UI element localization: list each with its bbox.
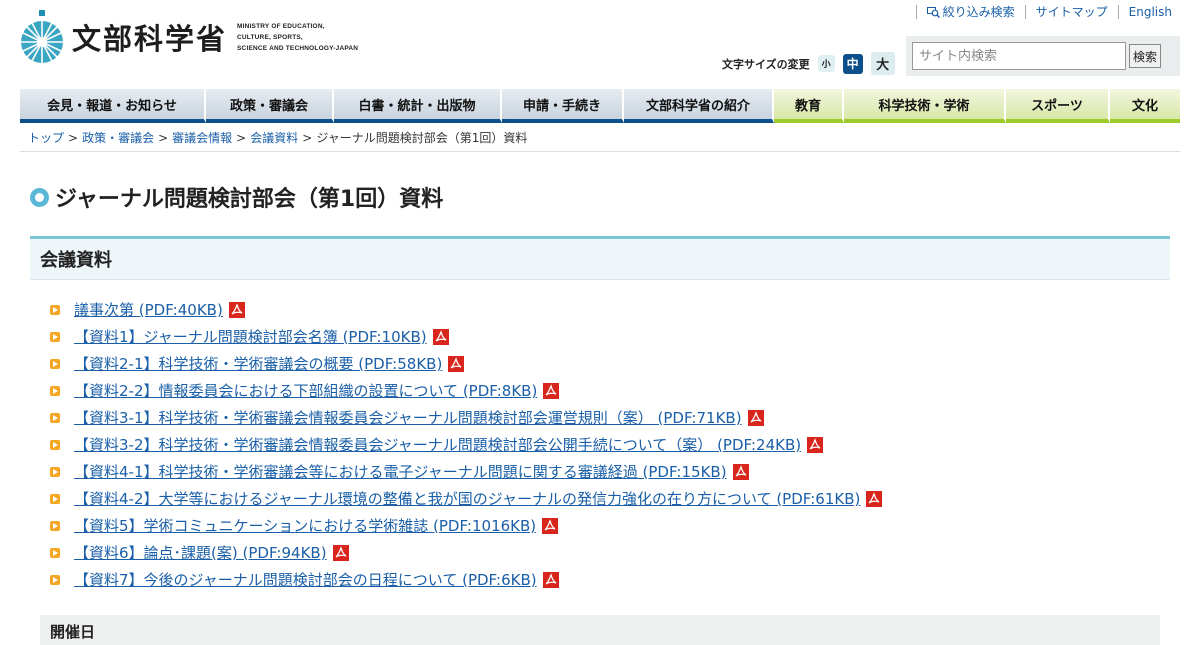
document-link[interactable]: 【資料2-2】情報委員会における下部組織の設置について (PDF:8KB) — [74, 380, 537, 401]
list-item: 【資料4-2】大学等におけるジャーナル環境の整備と我が国のジャーナルの発信力強化… — [50, 485, 883, 512]
narrow-search-link[interactable]: 絞り込み検索 — [915, 5, 1025, 19]
list-item: 【資料4-1】科学技術・学術審議会等における電子ジャーナル問題に関する審議経過 … — [50, 458, 882, 485]
document-link[interactable]: 【資料4-1】科学技術・学術審議会等における電子ジャーナル問題に関する審議経過 … — [74, 461, 727, 482]
list-item: 【資料2-1】科学技術・学術審議会の概要 (PDF:58KB) — [50, 350, 882, 377]
search-button[interactable]: 検索 — [1129, 44, 1161, 68]
list-item: 【資料5】学術コミュニケーションにおける学術雑誌 (PDF:1016KB) — [50, 512, 882, 539]
arrow-bullet-icon — [50, 520, 60, 531]
nav-item-publications[interactable]: 白書・統計・出版物 — [334, 89, 502, 123]
nav-item-education[interactable]: 教育 — [774, 89, 844, 123]
breadcrumb-link-policy[interactable]: 政策・審議会 — [82, 129, 154, 146]
page-title: ジャーナル問題検討部会（第1回）資料 — [30, 181, 443, 213]
nav-item-science[interactable]: 科学技術・学術 — [844, 89, 1006, 123]
font-size-large-button[interactable]: 大 — [870, 52, 895, 75]
breadcrumb: トップ > 政策・審議会 > 審議会情報 > 会議資料 > ジャーナル問題検討部会（第1… — [20, 124, 1180, 152]
nav-item-culture[interactable]: 文化 — [1110, 89, 1180, 123]
search-input[interactable] — [912, 42, 1126, 70]
sitemap-link[interactable]: サイトマップ — [1024, 5, 1118, 19]
nav-item-policy[interactable]: 政策・審議会 — [206, 89, 334, 123]
arrow-bullet-icon — [50, 412, 60, 423]
pdf-icon — [228, 301, 245, 318]
arrow-bullet-icon — [50, 574, 60, 585]
breadcrumb-link-top[interactable]: トップ — [28, 129, 64, 146]
document-link[interactable]: 【資料4-2】大学等におけるジャーナル環境の整備と我が国のジャーナルの発信力強化… — [74, 488, 860, 509]
list-item: 【資料7】今後のジャーナル問題検討部会の日程について (PDF:6KB) — [50, 566, 882, 593]
pdf-icon — [332, 544, 349, 561]
next-section-heading: 開催日 — [40, 615, 1160, 645]
document-list: 議事次第 (PDF:40KB) 【資料1】ジャーナル問題検討部会名簿 (PDF:1… — [50, 296, 883, 593]
nav-item-applications[interactable]: 申請・手続き — [502, 89, 624, 123]
logo-english-text: MINISTRY OF EDUCATION, CULTURE, SPORTS, … — [237, 22, 359, 52]
arrow-bullet-icon — [50, 547, 60, 558]
english-link[interactable]: English — [1117, 5, 1180, 19]
arrow-bullet-icon — [50, 304, 60, 315]
pdf-icon — [732, 463, 749, 480]
document-link[interactable]: 【資料2-1】科学技術・学術審議会の概要 (PDF:58KB) — [74, 353, 442, 374]
list-item: 【資料2-2】情報委員会における下部組織の設置について (PDF:8KB) — [50, 377, 882, 404]
arrow-bullet-icon — [50, 331, 60, 342]
document-link[interactable]: 【資料6】論点･課題(案) (PDF:94KB) — [74, 542, 327, 563]
list-item: 【資料1】ジャーナル問題検討部会名簿 (PDF:10KB) — [50, 323, 882, 350]
pdf-icon — [448, 355, 465, 372]
utility-links: 絞り込み検索 サイトマップ English — [915, 5, 1180, 19]
narrow-search-icon — [926, 6, 940, 18]
pdf-icon — [866, 490, 883, 507]
breadcrumb-link-materials[interactable]: 会議資料 — [250, 129, 298, 146]
arrow-bullet-icon — [50, 358, 60, 369]
nav-item-press[interactable]: 会見・報道・お知らせ — [20, 89, 206, 123]
logo-emblem-icon — [21, 10, 63, 63]
pdf-icon — [432, 328, 449, 345]
document-link[interactable]: 【資料3-1】科学技術・学術審議会情報委員会ジャーナル問題検討部会運営規則（案）… — [74, 407, 742, 428]
pdf-icon — [807, 436, 824, 453]
list-item: 【資料6】論点･課題(案) (PDF:94KB) — [50, 539, 882, 566]
font-size-switcher: 文字サイズの変更 小 中 大 — [722, 52, 895, 75]
global-nav: 会見・報道・お知らせ 政策・審議会 白書・統計・出版物 申請・手続き 文部科学省… — [20, 89, 1180, 123]
arrow-bullet-icon — [50, 466, 60, 477]
font-size-label: 文字サイズの変更 — [722, 57, 810, 71]
document-link[interactable]: 【資料3-2】科学技術・学術審議会情報委員会ジャーナル問題検討部会公開手続につい… — [74, 434, 801, 455]
list-item: 議事次第 (PDF:40KB) — [50, 296, 882, 323]
pdf-icon — [747, 409, 764, 426]
font-size-small-button[interactable]: 小 — [817, 55, 835, 72]
ministry-logo[interactable]: 文部科学省 MINISTRY OF EDUCATION, CULTURE, SP… — [20, 10, 358, 64]
arrow-bullet-icon — [50, 385, 60, 396]
breadcrumb-current: ジャーナル問題検討部会（第1回）資料 — [316, 131, 528, 145]
list-item: 【資料3-1】科学技術・学術審議会情報委員会ジャーナル問題検討部会運営規則（案）… — [50, 404, 882, 431]
title-bullet-icon — [30, 187, 49, 207]
section-heading: 会議資料 — [30, 236, 1170, 280]
arrow-bullet-icon — [50, 439, 60, 450]
pdf-icon — [542, 517, 559, 534]
breadcrumb-link-council[interactable]: 審議会情報 — [172, 129, 232, 146]
document-link[interactable]: 【資料1】ジャーナル問題検討部会名簿 (PDF:10KB) — [74, 326, 427, 347]
document-link[interactable]: 【資料5】学術コミュニケーションにおける学術雑誌 (PDF:1016KB) — [74, 515, 536, 536]
pdf-icon — [542, 571, 559, 588]
font-size-medium-button[interactable]: 中 — [842, 53, 863, 74]
pdf-icon — [543, 382, 560, 399]
list-item: 【資料3-2】科学技術・学術審議会情報委員会ジャーナル問題検討部会公開手続につい… — [50, 431, 882, 458]
logo-kanji-text: 文部科学省 — [72, 22, 228, 56]
nav-item-about[interactable]: 文部科学省の紹介 — [624, 89, 774, 123]
document-link[interactable]: 議事次第 (PDF:40KB) — [74, 299, 223, 320]
arrow-bullet-icon — [50, 493, 60, 504]
nav-item-sports[interactable]: スポーツ — [1006, 89, 1110, 123]
site-search: 検索 — [906, 36, 1180, 76]
document-link[interactable]: 【資料7】今後のジャーナル問題検討部会の日程について (PDF:6KB) — [74, 569, 537, 590]
